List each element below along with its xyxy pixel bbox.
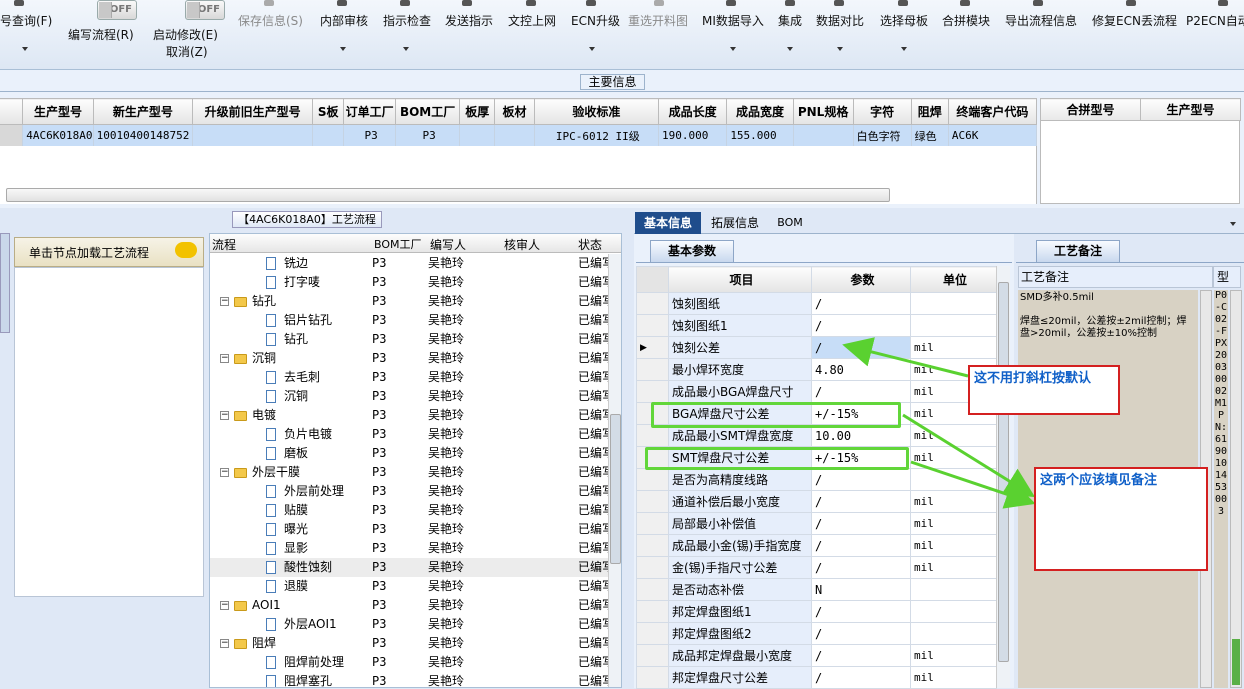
annotation-note-default: 这不用打斜杠按默认 (968, 365, 1120, 415)
annotation-note-remarks: 这两个应该填见备注 (1034, 467, 1208, 571)
annotation-arrows (842, 337, 1036, 509)
arrow-line (842, 337, 969, 378)
